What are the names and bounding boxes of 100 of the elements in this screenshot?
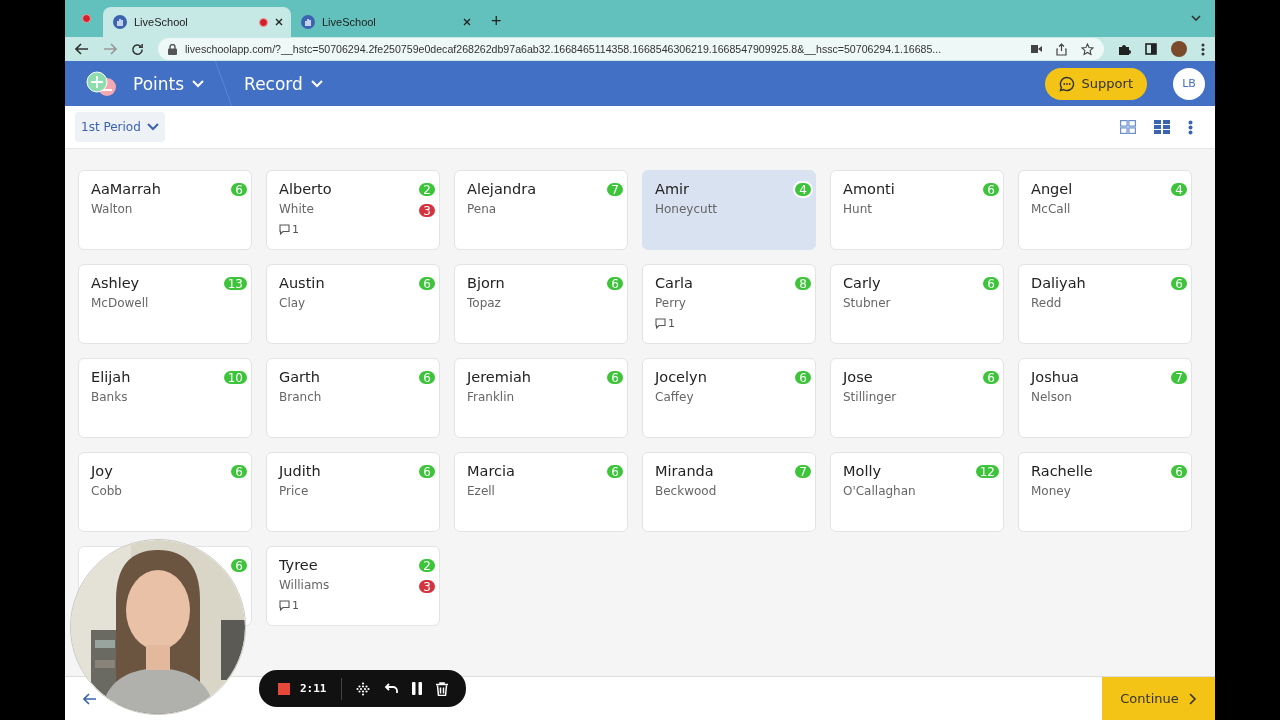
student-first-name: Molly — [843, 462, 882, 481]
camera-icon[interactable] — [1031, 45, 1042, 53]
student-card[interactable]: Austin Clay 6 — [266, 264, 440, 344]
points-badge: 2 — [417, 557, 437, 574]
comment-count: 1 — [279, 223, 299, 236]
student-last-name: Branch — [279, 390, 322, 404]
share-icon[interactable] — [1056, 42, 1067, 56]
demerit-badge: 3 — [417, 202, 437, 219]
chevron-down-icon — [192, 79, 205, 88]
student-first-name: Judith — [279, 462, 321, 481]
hand-favicon-icon — [301, 15, 315, 29]
stop-button[interactable] — [278, 682, 290, 695]
student-card[interactable]: Miranda Beckwood 7 — [642, 452, 816, 532]
nav-menu-button[interactable]: Record — [238, 73, 329, 94]
period-dropdown[interactable]: 1st Period — [75, 112, 165, 142]
pause-icon[interactable] — [411, 682, 422, 695]
browser-tab[interactable]: LiveSchool — [291, 7, 479, 37]
student-card[interactable]: Rachelle Money 6 — [1018, 452, 1192, 532]
student-card[interactable]: Jocelyn Caffey 6 — [642, 358, 816, 438]
chevron-down-icon — [146, 123, 159, 131]
student-card[interactable]: Jose Stillinger 6 — [830, 358, 1004, 438]
recording-time: 2:11 — [300, 682, 327, 695]
student-first-name: Ashley — [91, 274, 140, 293]
student-card[interactable]: Joshua Nelson 7 — [1018, 358, 1192, 438]
student-card[interactable]: Joy Cobb 6 — [78, 452, 252, 532]
puzzle-icon[interactable] — [1118, 42, 1131, 56]
student-first-name: Austin — [279, 274, 325, 293]
student-first-name: Joshua — [1031, 368, 1079, 387]
student-card[interactable]: Bjorn Topaz 6 — [454, 264, 628, 344]
user-avatar[interactable]: LB — [1173, 67, 1205, 100]
student-first-name: AaMarrah — [91, 180, 161, 199]
student-last-name: Hunt — [843, 202, 872, 216]
nav-menu-button[interactable]: Points — [127, 73, 211, 94]
student-card[interactable]: Alejandra Pena 7 — [454, 170, 628, 250]
student-card[interactable]: Marcia Ezell 6 — [454, 452, 628, 532]
student-last-name: Topaz — [467, 296, 501, 310]
dot-grid-icon[interactable] — [355, 681, 370, 696]
menu-icon[interactable] — [1201, 42, 1205, 56]
undo-icon[interactable] — [383, 683, 398, 694]
profile-avatar[interactable] — [1171, 41, 1187, 57]
close-icon[interactable] — [463, 18, 471, 26]
student-card[interactable]: Amonti Hunt 6 — [830, 170, 1004, 250]
student-card[interactable]: Carly Stubner 6 — [830, 264, 1004, 344]
points-badge: 6 — [417, 369, 437, 386]
student-first-name: Angel — [1031, 180, 1073, 199]
chevron-down-icon — [310, 79, 323, 88]
grid-view-icon[interactable] — [1154, 120, 1170, 134]
student-last-name: Nelson — [1031, 390, 1072, 404]
student-last-name: Banks — [91, 390, 128, 404]
back-icon[interactable] — [75, 43, 89, 55]
student-card[interactable]: Garth Branch 6 — [266, 358, 440, 438]
chat-icon — [1058, 75, 1075, 92]
student-last-name: Perry — [655, 296, 686, 310]
student-first-name: Alejandra — [467, 180, 537, 199]
support-button[interactable]: Support — [1044, 67, 1147, 100]
student-card[interactable]: Alberto White 1 2 3 — [266, 170, 440, 250]
student-card[interactable]: Daliyah Redd 6 — [1018, 264, 1192, 344]
browser-tab[interactable]: LiveSchool — [103, 7, 291, 37]
student-last-name: Ezell — [467, 484, 495, 498]
student-last-name: Money — [1031, 484, 1071, 498]
reload-icon[interactable] — [131, 42, 144, 56]
new-tab-button[interactable]: + — [491, 7, 502, 37]
points-badge: 6 — [605, 275, 625, 292]
student-first-name: Jocelyn — [655, 368, 707, 387]
side-panel-icon[interactable] — [1145, 43, 1157, 55]
chevron-down-icon[interactable] — [1191, 15, 1201, 22]
points-badge: 6 — [793, 369, 813, 386]
student-card[interactable]: Ashley McDowell 13 — [78, 264, 252, 344]
trash-icon[interactable] — [435, 681, 448, 696]
student-card[interactable]: Amir Honeycutt 4 — [642, 170, 816, 250]
student-card[interactable]: Tyree Williams 1 2 3 — [266, 546, 440, 626]
points-badge: 7 — [605, 181, 625, 198]
student-card[interactable]: Judith Price 6 — [266, 452, 440, 532]
points-badge: 6 — [229, 557, 249, 574]
student-last-name: O'Callaghan — [843, 484, 916, 498]
student-card[interactable]: AaMarrah Walton 6 — [78, 170, 252, 250]
close-icon[interactable] — [275, 18, 283, 26]
address-field[interactable]: liveschoolapp.com/?__hstc=50706294.2fe250759e0decaf268262db97a6ab32.1668465114358.1668546306219.1668547909925.8&__hssc=50706294.1.16685... — [158, 38, 1104, 60]
points-badge: 6 — [605, 369, 625, 386]
recording-dot-icon — [82, 14, 91, 23]
student-last-name: Redd — [1031, 296, 1062, 310]
continue-button[interactable]: Continue — [1102, 677, 1215, 720]
points-badge: 6 — [981, 275, 1001, 292]
plus-minus-logo-icon — [85, 70, 119, 97]
more-options-icon[interactable] — [1188, 119, 1193, 135]
points-badge: 6 — [605, 463, 625, 480]
student-card[interactable]: Carla Perry 1 8 — [642, 264, 816, 344]
student-card[interactable]: Angel McCall 4 — [1018, 170, 1192, 250]
student-first-name: Rachelle — [1031, 462, 1093, 481]
student-card[interactable]: Elijah Banks 10 — [78, 358, 252, 438]
star-icon[interactable] — [1081, 42, 1094, 56]
back-arrow-icon — [83, 692, 97, 705]
points-badge: 7 — [1169, 369, 1189, 386]
student-card[interactable]: Jeremiah Franklin 6 — [454, 358, 628, 438]
list-view-icon[interactable] — [1120, 120, 1136, 134]
student-first-name: Jose — [843, 368, 873, 387]
student-card[interactable]: Molly O'Callaghan 12 — [830, 452, 1004, 532]
student-last-name: Stubner — [843, 296, 891, 310]
student-first-name: Alberto — [279, 180, 332, 199]
student-first-name: Amir — [655, 180, 690, 199]
